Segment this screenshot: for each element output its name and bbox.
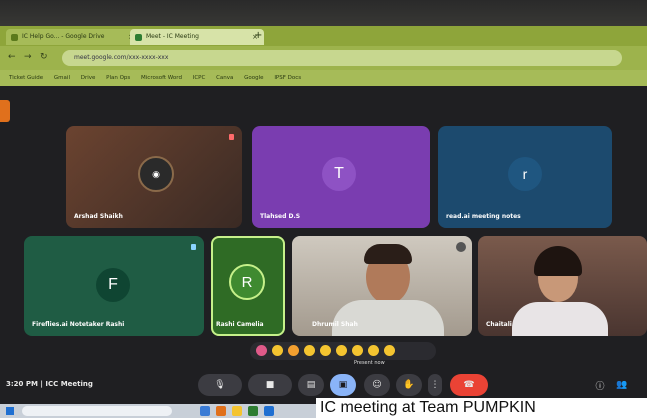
participant-tile-speaking[interactable]: R Rashi Camelia [211,236,285,336]
meeting-info: 3:20 PM | ICC Meeting [6,380,93,388]
participant-tile[interactable]: T Tlahsed D.S [252,126,430,228]
microphone-button[interactable]: 🎙 [198,374,242,396]
bookmark-item[interactable]: Ticket Guide [9,70,43,86]
bookmark-item[interactable]: IPSF Docs [274,70,301,86]
taskbar-app-icon[interactable] [200,406,210,416]
cry-reaction-icon[interactable] [352,345,363,356]
captions-button[interactable]: ▤ [298,374,324,396]
os-taskbar [0,404,316,418]
bookmark-item[interactable]: Plan Ops [106,70,130,86]
person-top [512,302,608,336]
participant-name: Arshad Shaikh [74,213,123,220]
info-icon: ⓘ [595,381,605,392]
bookmark-item[interactable]: Gmail [54,70,70,86]
people-icon: 👥 [616,380,628,390]
forward-icon[interactable]: → [24,52,32,62]
surprised-reaction-icon[interactable] [336,345,347,356]
more-options-icon[interactable] [456,242,466,252]
hand-icon: ✋ [403,380,415,390]
meet-icon [135,34,142,41]
heart-reaction-icon[interactable] [256,345,267,356]
drive-icon [11,34,18,41]
participant-video[interactable]: Chaitali [478,236,647,336]
windows-start-icon[interactable] [6,407,14,415]
bookmark-item[interactable]: Drive [81,70,96,86]
participant-name: read.ai meeting notes [446,213,521,220]
participant-tile[interactable]: F Fireflies.ai Notetaker Rashi [24,236,204,336]
avatar: T [322,157,356,191]
participant-tile[interactable]: ◉ Arshad Shaikh [66,126,242,228]
participant-tile[interactable]: r read.ai meeting notes [438,126,612,228]
present-button[interactable]: ▣ [330,374,356,396]
avatar: r [508,157,542,191]
person-hair [364,244,412,264]
bookmark-item[interactable]: Microsoft Word [141,70,182,86]
avatar: ◉ [138,156,174,192]
taskbar-app-icon[interactable] [264,406,274,416]
party-reaction-icon[interactable] [288,345,299,356]
laugh-reaction-icon[interactable] [320,345,331,356]
phone-hangup-icon: ☎ [463,380,475,390]
more-options-button[interactable]: ⋮ [428,374,442,396]
browser-tab-active[interactable]: Meet - IC Meeting × [130,29,264,45]
raise-hand-button[interactable]: ✋ [396,374,422,396]
person-hair [534,246,582,276]
new-tab-icon[interactable]: + [254,30,262,41]
emoji-icon: ☺ [372,380,382,390]
clap-reaction-icon[interactable] [304,345,315,356]
participant-video[interactable]: Dhrumil Shah [292,236,472,336]
more-vert-icon: ⋮ [430,380,440,390]
camera-icon: ■ [265,380,275,390]
microphone-icon: 🎙 [214,380,226,390]
present-icon: ▣ [338,380,348,390]
tab-label: Meet - IC Meeting [146,33,199,40]
reload-icon[interactable]: ↻ [40,52,48,62]
browser-tab[interactable]: IC Help Go... - Google Drive × [6,29,140,45]
bookmark-item[interactable]: Canva [216,70,233,86]
taskbar-app-icon[interactable] [216,406,226,416]
person-shirt [332,300,444,336]
avatar: R [229,264,265,300]
participant-name: Fireflies.ai Notetaker Rashi [32,321,125,328]
captions-icon: ▤ [306,380,316,390]
camera-button[interactable]: ■ [248,374,292,396]
pin-icon[interactable] [229,134,234,140]
bookmarks-bar: Ticket Guide Gmail Drive Plan Ops Micros… [0,70,647,86]
taskbar-app-icon[interactable] [248,406,258,416]
photo-caption: IC meeting at Team PUMPKIN [316,398,647,418]
emoji-button[interactable]: ☺ [364,374,390,396]
pin-icon[interactable] [191,244,196,250]
side-panel-tab[interactable] [0,100,10,122]
participant-name: Rashi Camelia [216,321,264,328]
reactions-bar: Present now [250,342,436,366]
tab-label: IC Help Go... - Google Drive [22,33,105,40]
thinking-reaction-icon[interactable] [368,345,379,356]
address-input[interactable]: meet.google.com/xxx-xxxx-xxx [62,50,622,66]
bookmark-item[interactable]: Google [244,70,263,86]
thumbs-down-reaction-icon[interactable] [384,345,395,356]
avatar: F [96,268,130,302]
browser-tab-bar: IC Help Go... - Google Drive × Meet - IC… [0,26,647,46]
participant-name: Dhrumil Shah [312,321,358,328]
taskbar-app-icon[interactable] [232,406,242,416]
thumbs-up-reaction-icon[interactable] [272,345,283,356]
info-button[interactable]: ⓘ [592,374,608,396]
back-icon[interactable]: ← [8,52,16,62]
people-button[interactable]: 👥 [614,374,630,396]
participant-name: Tlahsed D.S [260,213,301,220]
bookmark-item[interactable]: ICPC [193,70,206,86]
address-bar-row: ← → ↻ meet.google.com/xxx-xxxx-xxx [0,46,647,70]
participant-name: Chaitali [486,321,512,328]
taskbar-search[interactable] [22,406,172,416]
end-call-button[interactable]: ☎ [450,374,488,396]
